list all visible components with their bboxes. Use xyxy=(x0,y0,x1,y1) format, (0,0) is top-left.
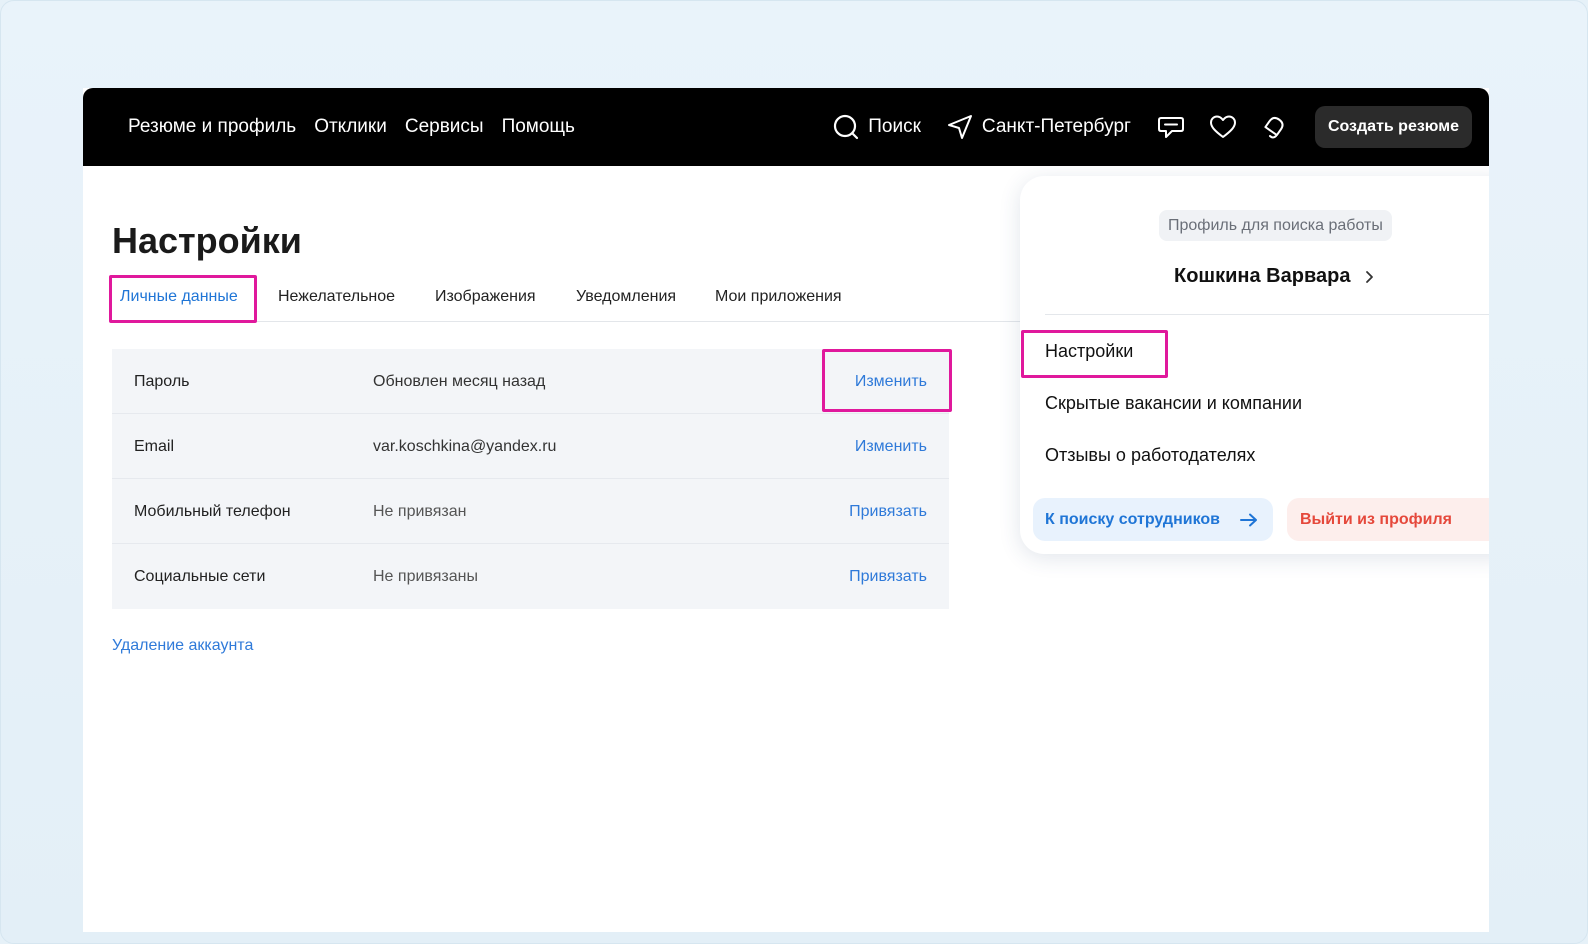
profile-type-badge: Профиль для поиска работы xyxy=(1159,210,1392,241)
notifications-button[interactable] xyxy=(1261,114,1287,140)
heart-icon xyxy=(1209,115,1236,138)
employer-search-label: К поиску сотрудников xyxy=(1045,510,1220,528)
logout-button[interactable]: Выйти из профиля xyxy=(1287,498,1489,541)
tab-notifications[interactable]: Уведомления xyxy=(576,288,676,306)
row-label: Email xyxy=(134,437,175,455)
table-row: Мобильный телефон Не привязан Привязать xyxy=(112,479,949,544)
link-phone-link[interactable]: Привязать xyxy=(849,479,927,544)
nav-resume-profile[interactable]: Резюме и профиль xyxy=(128,116,296,138)
highlight-frame-change xyxy=(822,349,952,412)
highlight-frame-settings xyxy=(1021,330,1168,378)
row-label: Мобильный телефон xyxy=(134,502,291,520)
favorites-button[interactable] xyxy=(1209,114,1237,140)
arrow-right-icon xyxy=(1239,513,1257,526)
delete-account-link[interactable]: Удаление аккаунта xyxy=(112,637,253,655)
chat-icon xyxy=(1157,117,1184,138)
profile-name-link[interactable]: Кошкина Варвара xyxy=(1174,265,1374,288)
profile-dropdown: Профиль для поиска работы Кошкина Варвар… xyxy=(1020,176,1489,554)
nav-responses[interactable]: Отклики xyxy=(314,116,387,138)
dropdown-divider xyxy=(1045,314,1489,315)
employer-search-button[interactable]: К поиску сотрудников xyxy=(1033,498,1273,541)
row-label: Социальные сети xyxy=(134,567,266,585)
top-navigation-bar: Резюме и профиль Отклики Сервисы Помощь … xyxy=(83,88,1489,166)
nav-services[interactable]: Сервисы xyxy=(405,116,484,138)
table-row: Email var.koschkina@yandex.ru Изменить xyxy=(112,414,949,479)
create-resume-button[interactable]: Создать резюме xyxy=(1314,106,1472,148)
row-value: Не привязаны xyxy=(373,567,478,585)
row-value: Не привязан xyxy=(373,502,467,520)
menu-item-hidden-vacancies[interactable]: Скрытые вакансии и компании xyxy=(1045,393,1302,414)
tab-my-apps[interactable]: Мои приложения xyxy=(715,288,842,306)
change-email-link[interactable]: Изменить xyxy=(855,414,927,479)
search-label: Поиск xyxy=(868,116,921,137)
nav-actions: Поиск Санкт-Петербург Создать резюме xyxy=(833,88,1489,166)
bell-icon xyxy=(1264,116,1284,139)
row-value: Обновлен месяц назад xyxy=(373,372,546,390)
location-label: Санкт-Петербург xyxy=(981,116,1131,137)
menu-item-employer-reviews[interactable]: Отзывы о работодателях xyxy=(1045,445,1255,466)
location-button[interactable]: Санкт-Петербург xyxy=(947,114,1131,140)
row-label: Пароль xyxy=(134,372,190,390)
link-social-link[interactable]: Привязать xyxy=(849,544,927,609)
chat-button[interactable] xyxy=(1157,114,1185,140)
main-nav: Резюме и профиль Отклики Сервисы Помощь xyxy=(128,88,593,166)
browser-page: Резюме и профиль Отклики Сервисы Помощь … xyxy=(83,88,1489,932)
location-arrow-icon xyxy=(947,115,972,139)
chevron-right-icon xyxy=(1366,270,1374,283)
tab-unwanted[interactable]: Нежелательное xyxy=(278,288,395,306)
row-value: var.koschkina@yandex.ru xyxy=(373,437,557,455)
search-icon xyxy=(834,114,859,140)
page-title: Настройки xyxy=(112,220,302,261)
tab-images[interactable]: Изображения xyxy=(435,288,536,306)
table-row: Социальные сети Не привязаны Привязать xyxy=(112,544,949,609)
user-name: Кошкина Варвара xyxy=(1174,265,1351,287)
search-button[interactable]: Поиск xyxy=(833,114,921,140)
nav-help[interactable]: Помощь xyxy=(502,116,575,138)
highlight-frame-tab xyxy=(109,275,257,323)
